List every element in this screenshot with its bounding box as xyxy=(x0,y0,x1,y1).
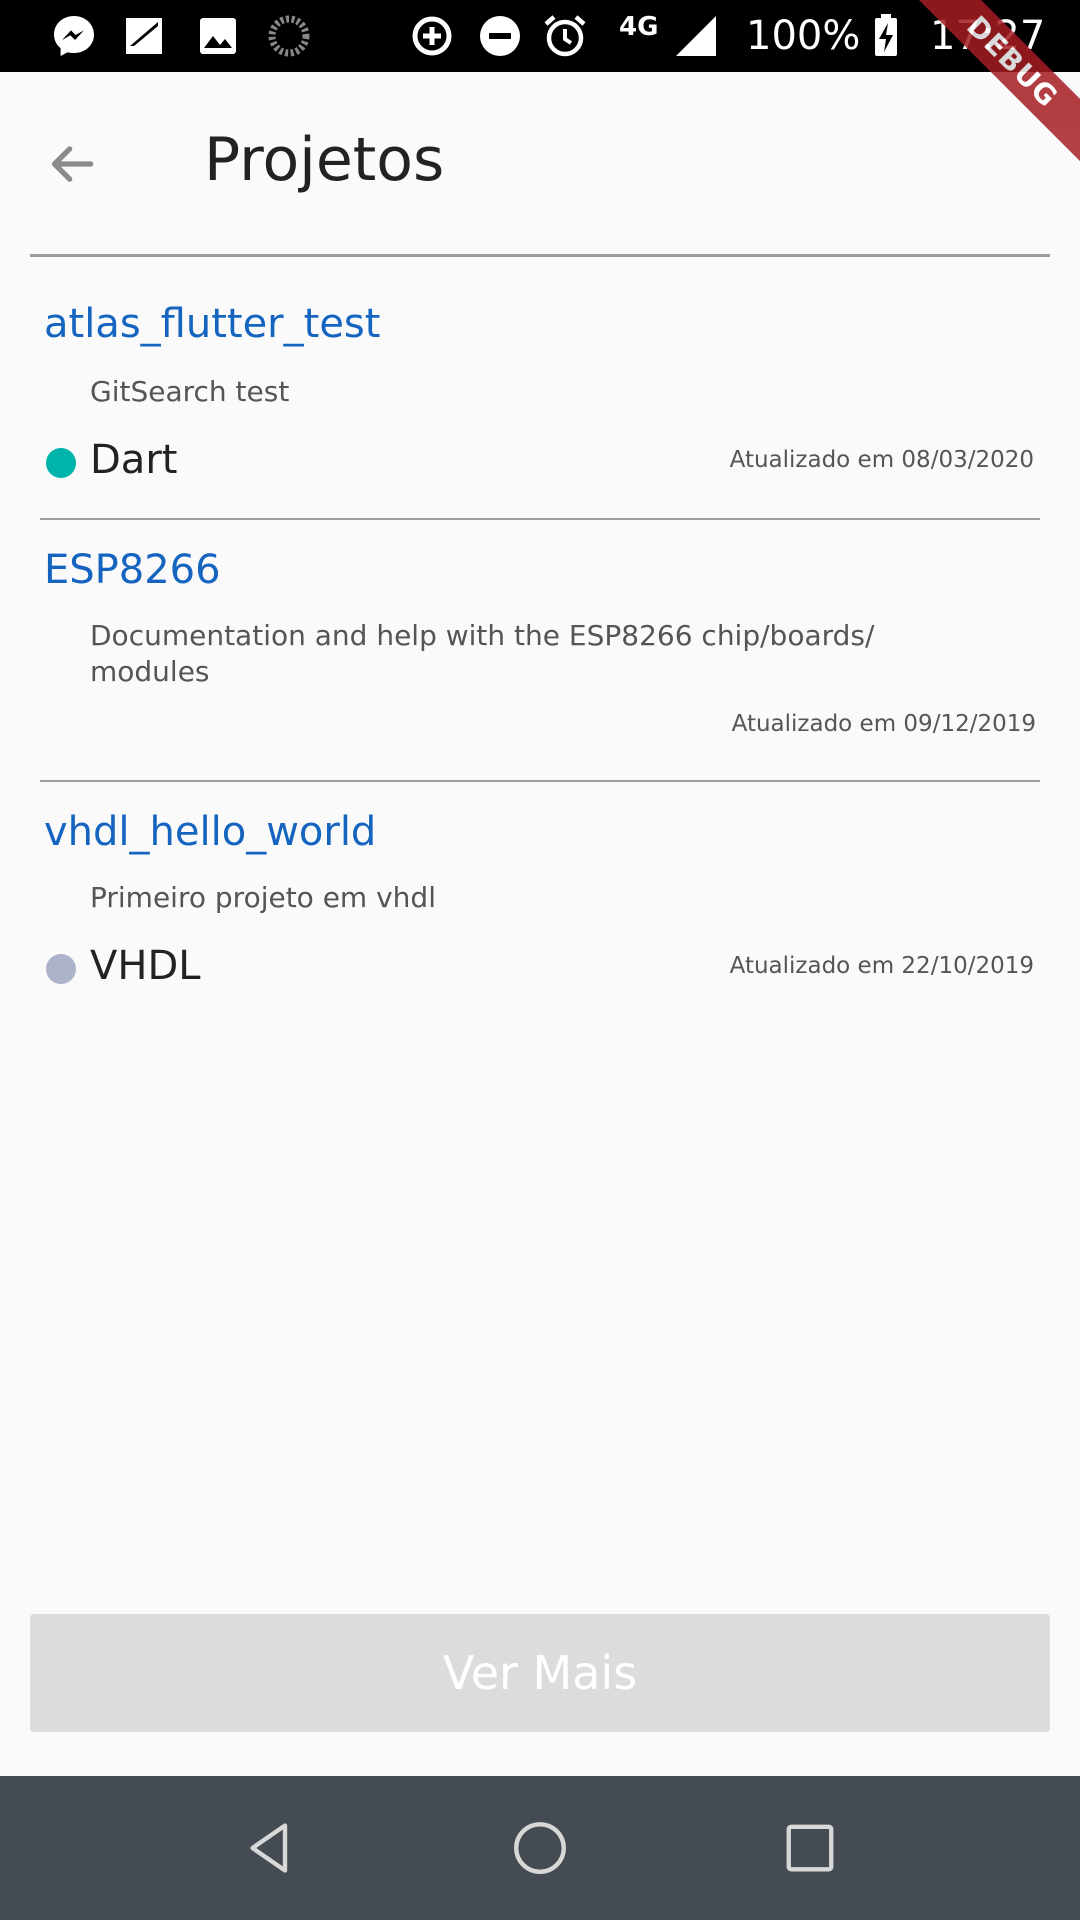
messenger-icon xyxy=(54,16,94,56)
status-time: 17:27 xyxy=(930,13,1046,59)
repo-updated-date: Atualizado em 08/03/2020 xyxy=(729,447,1034,473)
back-button[interactable] xyxy=(32,124,112,204)
do-not-disturb-icon xyxy=(480,16,520,56)
divider xyxy=(30,254,1050,257)
battery-charging-icon xyxy=(875,14,897,56)
data-saver-icon xyxy=(412,16,452,56)
repo-name-link[interactable]: vhdl_hello_world xyxy=(40,806,1040,858)
repo-language: Dart xyxy=(90,437,178,483)
nav-back-icon xyxy=(250,1823,288,1873)
sim-card-icon xyxy=(126,18,162,54)
arrow-back-icon xyxy=(51,146,94,182)
image-icon xyxy=(200,18,236,54)
repo-description: Documentation and help with the ESP8266 … xyxy=(90,619,875,688)
repo-list-item[interactable]: atlas_flutter_test GitSearch test Dart A… xyxy=(40,260,1040,520)
network-type-label: 4G xyxy=(619,12,659,42)
repo-list: atlas_flutter_test GitSearch test Dart A… xyxy=(0,260,1080,1022)
repo-list-item[interactable]: ESP8266 Documentation and help with the … xyxy=(40,520,1040,782)
repo-updated-date: Atualizado em 22/10/2019 xyxy=(729,953,1034,979)
repo-description: GitSearch test xyxy=(90,375,290,408)
repo-list-item[interactable]: vhdl_hello_world Primeiro projeto em vhd… xyxy=(40,782,1040,1022)
alarm-icon xyxy=(544,15,586,57)
battery-percent: 100% xyxy=(746,13,861,59)
nav-home-button[interactable] xyxy=(504,1812,576,1884)
repo-description: Primeiro projeto em vhdl xyxy=(90,881,436,914)
system-nav-bar xyxy=(0,1776,1080,1920)
nav-home-icon xyxy=(514,1822,566,1874)
page-title: Projetos xyxy=(204,125,445,195)
repo-meta: Atualizado em 09/12/2019 xyxy=(40,700,1040,760)
repo-meta: Dart Atualizado em 08/03/2020 xyxy=(40,430,1040,490)
repo-language: VHDL xyxy=(90,943,201,989)
nav-recents-icon xyxy=(786,1824,834,1872)
nav-recents-button[interactable] xyxy=(774,1812,846,1884)
language-color-dot xyxy=(46,954,76,984)
load-more-button[interactable]: Ver Mais xyxy=(30,1614,1050,1732)
language-color-dot xyxy=(46,448,76,478)
repo-meta: VHDL Atualizado em 22/10/2019 xyxy=(40,936,1040,996)
repo-updated-date: Atualizado em 09/12/2019 xyxy=(731,711,1036,737)
status-bar: 4G 100% 17:27 DEBUG xyxy=(0,0,1080,177)
nav-back-button[interactable] xyxy=(234,1812,306,1884)
app-bar: Projetos xyxy=(0,72,1080,257)
sync-spinner-icon xyxy=(268,15,310,57)
signal-icon xyxy=(676,16,716,56)
repo-name-link[interactable]: atlas_flutter_test xyxy=(40,298,1040,350)
repo-name-link[interactable]: ESP8266 xyxy=(40,544,1040,596)
